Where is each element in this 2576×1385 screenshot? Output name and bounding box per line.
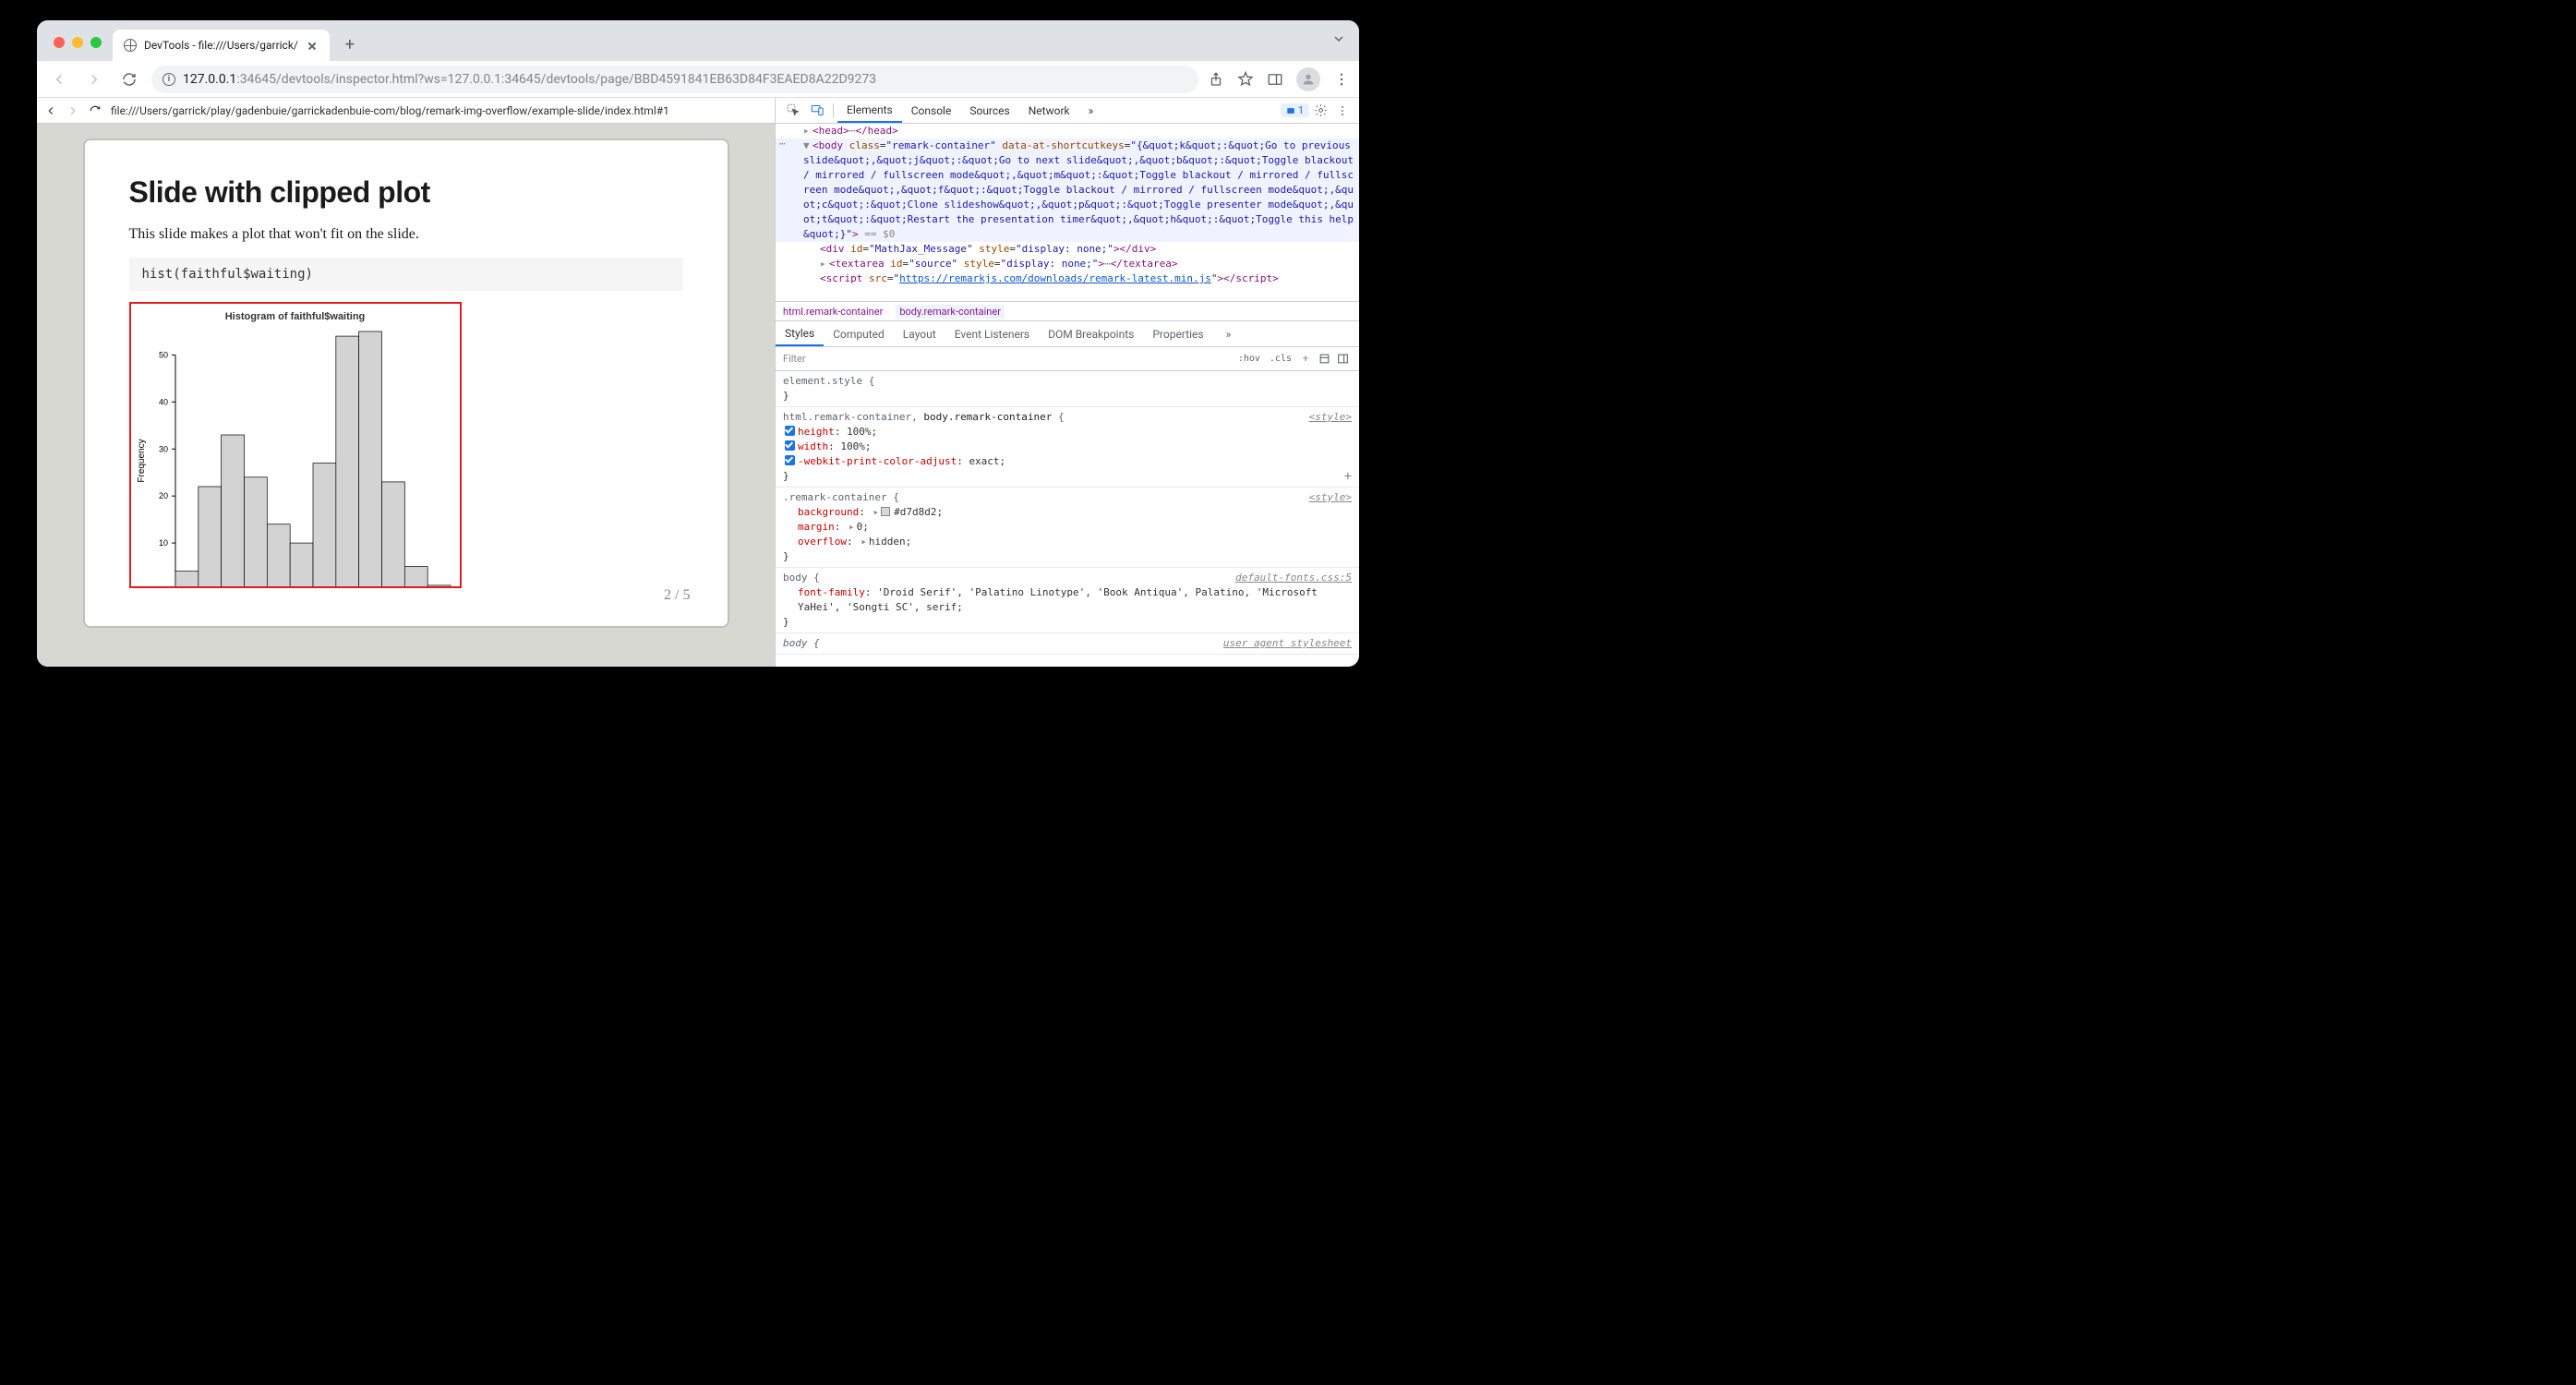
styles-filter-row: Filter :hov .cls + [776,347,1359,371]
side-panel-icon[interactable] [1267,71,1283,88]
dom-body-node: ▼<body class="remark-container" data-at-… [776,138,1359,242]
styles-pane[interactable]: element.style { } <style> html.remark-co… [776,371,1359,667]
styles-more-icon[interactable]: » [1217,321,1241,346]
styles-tab-events[interactable]: Event Listeners [945,321,1039,346]
histogram-chart: 0 10 20 30 40 50 Frequency [131,322,460,588]
close-window-icon[interactable] [54,37,65,48]
svg-text:20: 20 [158,491,167,500]
svg-text:10: 10 [158,538,167,548]
rule-remark-both: <style> html.remark-container, body.rema… [776,407,1359,488]
styles-filter-input[interactable]: Filter [783,353,1234,365]
settings-icon[interactable] [1309,103,1331,117]
forward-button[interactable] [81,66,107,92]
toolbar: i 127.0.0.1:34645/devtools/inspector.htm… [37,61,1359,98]
devtools-pane: Elements Console Sources Network » 1 ⋯ ▸… [776,98,1359,667]
hov-toggle[interactable]: :hov [1234,354,1265,364]
svg-text:40: 40 [158,397,167,406]
rule-body-ua: user agent stylesheet body { [776,633,1359,655]
new-tab-button[interactable]: + [337,31,363,57]
device-toolbar-icon[interactable] [805,103,829,117]
back-button[interactable] [46,66,72,92]
slide-subtitle: This slide makes a plot that won't fit o… [129,226,683,243]
inner-back-icon[interactable] [44,104,57,117]
devtools-tabs: Elements Console Sources Network » 1 [776,98,1359,124]
dom-tree[interactable]: ⋯ ▸<head>⋯</head> ▼<body class="remark-c… [776,124,1359,301]
checkbox-icon[interactable] [785,426,795,436]
tab-console[interactable]: Console [902,98,961,123]
share-icon[interactable] [1208,71,1224,88]
code-block: hist(faithful$waiting) [129,258,683,291]
cls-toggle[interactable]: .cls [1265,354,1296,364]
tabs-menu-icon[interactable] [1331,31,1346,50]
tab-network[interactable]: Network [1019,98,1079,123]
tab-strip: DevTools - file:///Users/garrick/ + [37,20,1359,61]
tab-sources[interactable]: Sources [960,98,1018,123]
url-text: 127.0.0.1:34645/devtools/inspector.html?… [183,72,876,87]
color-swatch-icon[interactable] [881,507,890,516]
tab-elements[interactable]: Elements [837,98,902,123]
close-tab-icon[interactable] [306,39,319,52]
browser-window: DevTools - file:///Users/garrick/ + i 12… [37,20,1359,667]
styles-tab-styles[interactable]: Styles [776,321,824,346]
tab-title: DevTools - file:///Users/garrick/ [144,39,298,52]
inner-forward-icon[interactable] [66,104,79,117]
slide-title: Slide with clipped plot [129,175,683,210]
plot-container: Histogram of faithful$waiting 0 10 20 30 40 5… [129,302,462,588]
toolbar-right [1208,67,1350,91]
svg-text:30: 30 [158,444,167,453]
rule-body-fonts: default-fonts.css:5 body { font-family: … [776,568,1359,633]
minimize-window-icon[interactable] [72,37,83,48]
svg-text:0: 0 [163,585,167,588]
reload-button[interactable] [116,66,142,92]
add-prop-icon[interactable]: + [1344,469,1352,484]
svg-text:Frequency: Frequency [137,439,147,482]
crumb-html[interactable]: html.remark-container [783,306,883,318]
window-controls [54,37,102,48]
menu-icon[interactable] [1333,71,1350,88]
styles-tabs: Styles Computed Layout Event Listeners D… [776,321,1359,347]
inner-url: file:///Users/garrick/play/gadenbuie/gar… [111,104,767,117]
globe-icon [124,39,137,52]
crumb-body[interactable]: body.remark-container [896,305,1005,319]
address-bar[interactable]: i 127.0.0.1:34645/devtools/inspector.htm… [151,66,1198,93]
page-preview-pane: file:///Users/garrick/play/gadenbuie/gar… [37,98,776,667]
inspect-element-icon[interactable] [781,103,805,117]
new-style-rule-icon[interactable]: + [1296,353,1315,365]
more-tabs-icon[interactable]: » [1079,98,1103,123]
plot-title: Histogram of faithful$waiting [131,311,460,322]
browser-tab[interactable]: DevTools - file:///Users/garrick/ [113,30,330,61]
checkbox-icon[interactable] [785,455,795,465]
site-info-icon[interactable]: i [163,73,175,86]
maximize-window-icon[interactable] [90,37,102,48]
styles-tab-dombreak[interactable]: DOM Breakpoints [1039,321,1143,346]
profile-avatar[interactable] [1296,67,1320,91]
styles-tab-layout[interactable]: Layout [894,321,945,346]
devtools-menu-icon[interactable] [1331,104,1354,117]
content-area: file:///Users/garrick/play/gadenbuie/gar… [37,98,1359,667]
issues-badge[interactable]: 1 [1281,103,1309,117]
svg-text:50: 50 [158,350,167,359]
rule-remark-container: <style> .remark-container { background: … [776,488,1359,568]
slide: Slide with clipped plot This slide makes… [83,138,729,628]
styles-tab-computed[interactable]: Computed [824,321,894,346]
inner-nav-bar: file:///Users/garrick/play/gadenbuie/gar… [37,98,775,124]
computed-styles-icon[interactable] [1315,353,1333,365]
dom-breadcrumb[interactable]: html.remark-container body.remark-contai… [776,301,1359,321]
inner-reload-icon[interactable] [89,104,102,117]
slide-page-number: 2 / 5 [664,587,690,604]
checkbox-icon[interactable] [785,440,795,451]
rule-element-style: element.style { } [776,371,1359,407]
dom-ellipsis: ⋯ [779,137,786,151]
toggle-sidebar-icon[interactable] [1333,353,1352,365]
styles-tab-properties[interactable]: Properties [1143,321,1212,346]
bookmark-icon[interactable] [1237,71,1254,88]
page-viewport: Slide with clipped plot This slide makes… [37,124,775,667]
